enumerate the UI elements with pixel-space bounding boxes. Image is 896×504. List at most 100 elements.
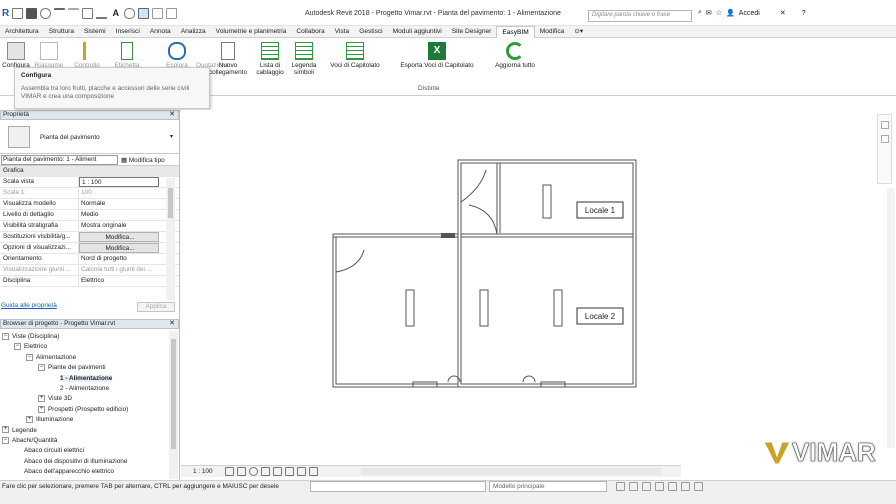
tree-item[interactable]: − Viste (Disciplina) (2, 332, 59, 342)
drag-elements-icon[interactable] (681, 482, 690, 491)
chevron-down-icon[interactable]: ▾ (170, 133, 173, 140)
zoom-icon[interactable] (880, 135, 889, 143)
tree-item[interactable]: + Illuminazione (26, 415, 73, 425)
tab-vista[interactable]: Vista (330, 26, 355, 38)
help-button[interactable]: ? (802, 10, 806, 17)
tab-collabora[interactable]: Collabora (291, 26, 329, 38)
property-value[interactable]: Nord di progetto (79, 254, 159, 264)
tree-item[interactable]: − Alimentazione (26, 353, 76, 363)
select-pinned-icon[interactable] (655, 482, 664, 491)
apply-button[interactable]: Applica (137, 302, 175, 312)
tree-item[interactable]: − Piante dei pavimenti (38, 363, 106, 373)
select-by-face-icon[interactable] (668, 482, 677, 491)
subscription-icon[interactable]: ✉ (706, 9, 712, 17)
temporary-hide-icon[interactable] (297, 467, 306, 476)
redo-icon[interactable] (68, 8, 80, 19)
select-links-icon[interactable] (629, 482, 638, 491)
property-row[interactable]: Livello di dettaglio Medio (0, 210, 179, 221)
property-row[interactable]: Visualizza modello Normale (0, 199, 179, 210)
esplora-button[interactable]: Esplora (160, 42, 194, 69)
save-icon[interactable] (26, 8, 38, 19)
tab-annota[interactable]: Annota (145, 26, 176, 38)
thin-lines-icon[interactable] (152, 8, 164, 19)
filter-icon[interactable] (694, 482, 703, 491)
tree-item[interactable]: Abaco circuiti elettrici (14, 446, 84, 456)
property-edit-button[interactable]: Modifica... (79, 232, 159, 242)
tab-moduli-aggiuntivi[interactable]: Moduli aggiuntivi (388, 26, 447, 38)
design-option-dropdown[interactable]: Modello principale (489, 481, 607, 492)
print-icon[interactable] (82, 8, 94, 19)
configura-button[interactable]: Configura (1, 42, 31, 69)
editable-only-icon[interactable] (616, 482, 625, 491)
collapse-icon[interactable]: − (14, 343, 21, 351)
collapse-icon[interactable]: − (2, 332, 9, 340)
crop-view-icon[interactable] (273, 467, 282, 476)
tree-item[interactable]: + Legende (2, 426, 37, 436)
aggiorna-tutto-button[interactable]: Aggiorna tutto (489, 42, 541, 69)
tree-item[interactable]: − Elettrico (14, 342, 47, 352)
tab-analizza[interactable]: Analizza (176, 26, 211, 38)
3d-view-icon[interactable] (124, 8, 136, 19)
drawing-canvas[interactable]: Locale 1 Locale 2 (181, 110, 896, 462)
tab-modifica[interactable]: Modifica (535, 26, 570, 38)
measure-icon[interactable] (96, 8, 108, 19)
favorites-icon[interactable]: ☆ (716, 9, 722, 17)
property-value[interactable]: Medio (79, 210, 159, 220)
browser-scrollbar[interactable] (169, 331, 178, 479)
tab-sistemi[interactable]: Sistemi (79, 26, 111, 38)
open-icon[interactable] (12, 8, 24, 19)
close-hidden-icon[interactable] (166, 8, 178, 19)
tree-item[interactable]: 2 - Alimentazione (50, 384, 109, 394)
show-crop-icon[interactable] (285, 467, 294, 476)
tab-architettura[interactable]: Architettura (0, 26, 44, 38)
tree-item[interactable]: + Prospetti (Prospetto edificio) (38, 405, 128, 415)
scrollbar-thumb[interactable] (171, 339, 176, 449)
nuovo-collegamento-button[interactable]: Nuovo collegamento (208, 42, 248, 76)
property-edit-button[interactable]: Modifica... (79, 243, 159, 253)
property-row[interactable]: Sostituzioni visibilità/g... Modifica... (0, 232, 179, 243)
properties-help-link[interactable]: Guida alle proprietà (1, 302, 57, 309)
property-row[interactable]: Visibilità stratigrafia Mostra originale (0, 221, 179, 232)
controllo-button[interactable]: Controllo (70, 42, 104, 69)
expand-icon[interactable]: + (38, 395, 45, 403)
tree-item[interactable]: + Viste 3D (38, 394, 72, 404)
detail-level-icon[interactable] (225, 467, 234, 476)
tree-item[interactable]: 1 - Alimentazione (50, 374, 113, 384)
tab-site-designer[interactable]: Site Designer (447, 26, 497, 38)
undo-icon[interactable] (54, 8, 66, 19)
riassume-button[interactable]: Riassume (34, 42, 64, 69)
property-row[interactable]: Visualizzazione giunti ... Calcola tutti … (0, 265, 179, 276)
properties-scrollbar[interactable] (166, 178, 175, 300)
voci-capitolato-button[interactable]: Voci di Capitolato (326, 42, 384, 69)
view-scale[interactable]: 1 : 100 (193, 468, 213, 475)
navigation-bar[interactable] (877, 114, 892, 184)
tab-struttura[interactable]: Struttura (44, 26, 79, 38)
legenda-simboli-button[interactable]: Legenda simboli (289, 42, 319, 76)
section-icon[interactable] (138, 8, 150, 19)
etichetta-button[interactable]: Etichetta (110, 42, 144, 69)
type-selector[interactable]: Pianta del pavimento ▾ (0, 120, 179, 154)
property-value[interactable]: 1 : 100 (79, 177, 159, 187)
reveal-hidden-icon[interactable] (309, 467, 318, 476)
sun-path-icon[interactable] (249, 467, 258, 476)
workset-dropdown[interactable] (310, 481, 486, 492)
user-icon[interactable]: 👤 (726, 9, 735, 17)
category-row[interactable]: Grafica (0, 166, 179, 177)
tab-easybim[interactable]: EasyBIM (496, 25, 535, 38)
tab-inserisci[interactable]: Inserisci (111, 26, 145, 38)
close-icon[interactable]: ✕ (169, 111, 175, 119)
property-row[interactable]: Disciplina Elettrico (0, 276, 179, 287)
vertical-scrollbar[interactable] (887, 188, 895, 448)
text-icon[interactable]: A (110, 8, 121, 19)
scrollbar-thumb[interactable] (168, 188, 173, 218)
property-value[interactable]: Elettrico (79, 276, 159, 286)
tab-gestisci[interactable]: Gestisci (354, 26, 387, 38)
expand-icon[interactable]: + (2, 426, 9, 434)
edit-type-button[interactable]: ▦ Modifica tipo (121, 156, 165, 164)
tree-item[interactable]: Abaco dell'apparecchio elettrico (14, 467, 114, 477)
select-underlay-icon[interactable] (642, 482, 651, 491)
horizontal-scrollbar[interactable] (361, 468, 661, 475)
binoculars-icon[interactable]: ⌕ (698, 9, 702, 17)
tab-volumetrie-e-planimetria[interactable]: Volumetrie e planimetria (211, 26, 292, 38)
expand-icon[interactable]: + (38, 405, 45, 413)
